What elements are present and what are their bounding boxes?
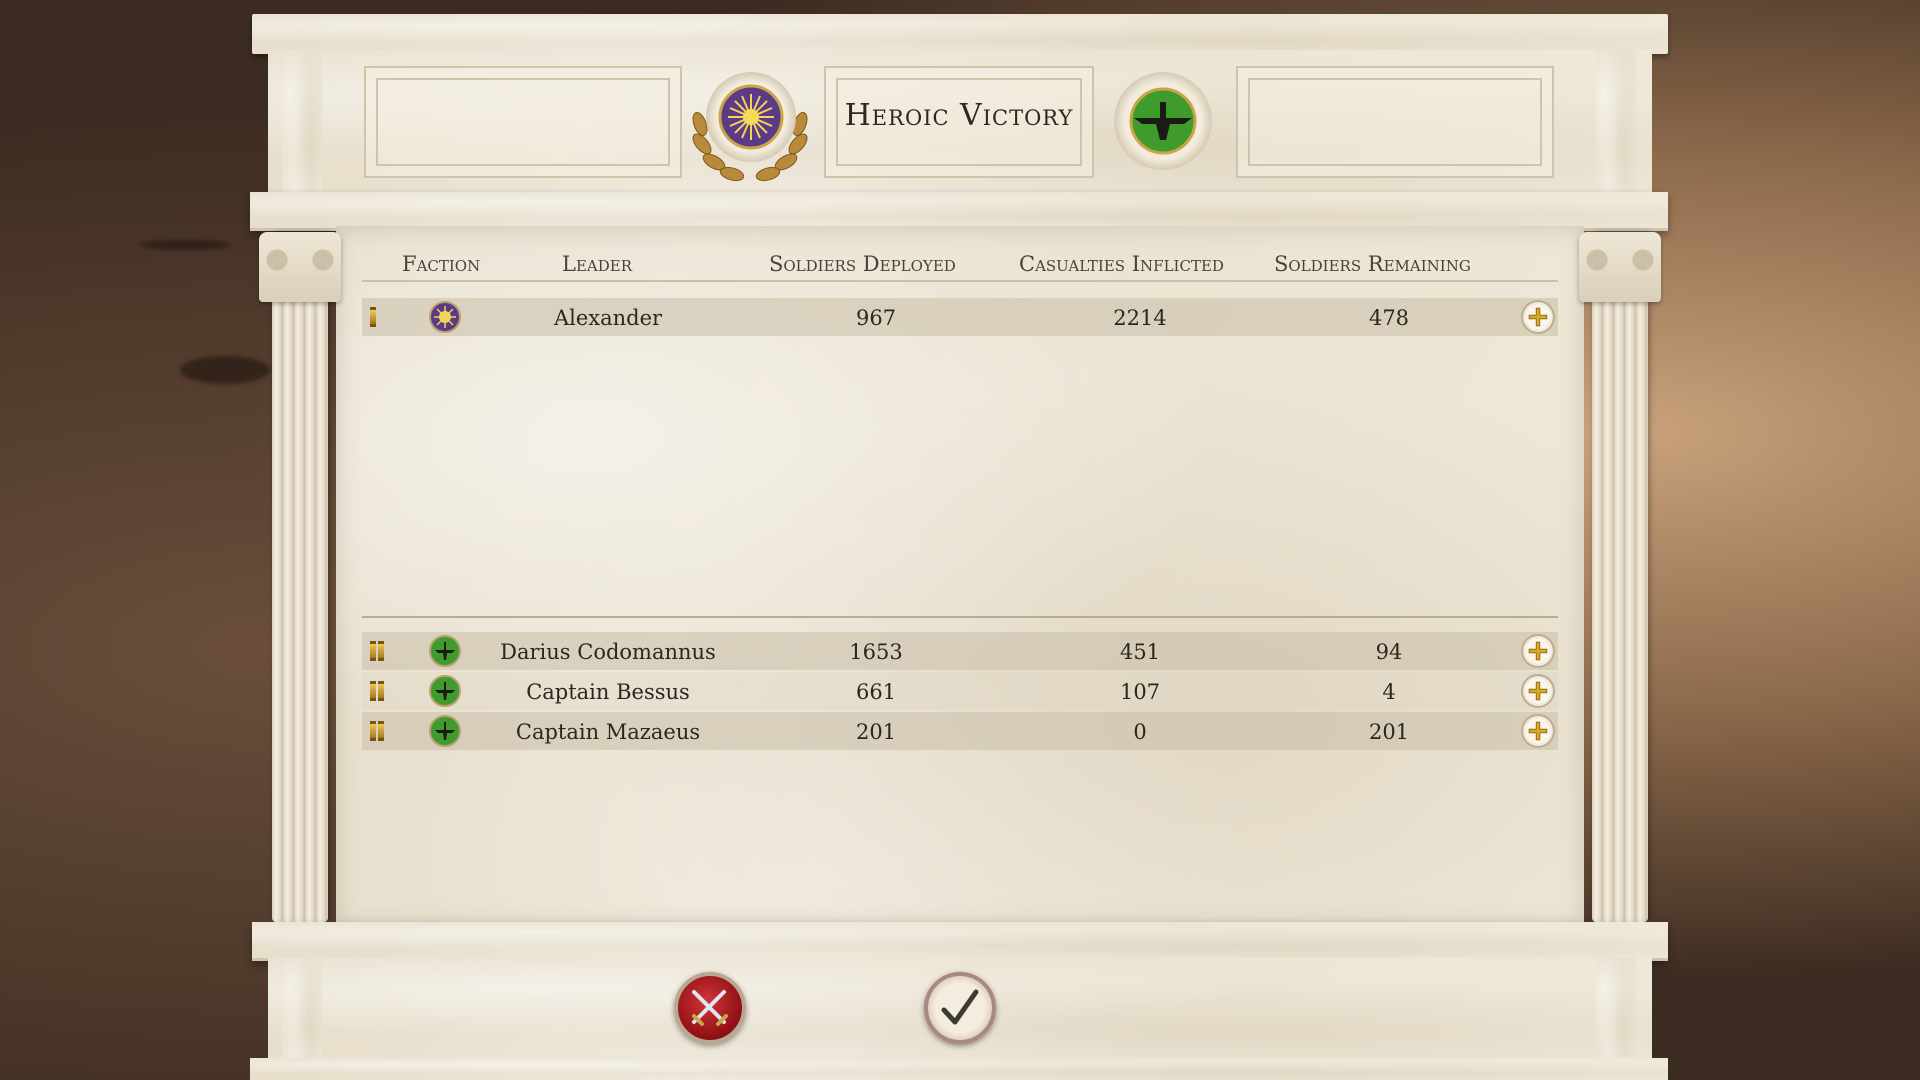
soldiers-remaining: 94 — [1375, 640, 1403, 664]
player-banner-frame — [364, 66, 682, 178]
casualties-inflicted: 2214 — [1113, 306, 1167, 330]
rank-badge — [370, 641, 384, 661]
soldiers-remaining: 4 — [1382, 680, 1396, 704]
rank-badge — [370, 307, 376, 327]
defeated-faction-emblem — [1114, 72, 1212, 170]
battlefield-troops — [140, 240, 230, 250]
pillar-right-upper — [1596, 50, 1636, 196]
casualties-inflicted: 107 — [1119, 680, 1161, 704]
header-divider — [362, 280, 1558, 282]
soldiers-deployed: 967 — [855, 306, 897, 330]
table-header: Faction Leader Soldiers Deployed Casualt… — [0, 252, 1920, 276]
fight-again-button[interactable] — [674, 972, 746, 1044]
expand-details-button[interactable] — [1521, 674, 1555, 708]
header-leader: Leader — [562, 252, 632, 276]
rank-badge — [370, 681, 384, 701]
header-soldiers-deployed: Soldiers Deployed — [769, 252, 956, 276]
casualties-inflicted: 0 — [1133, 720, 1147, 744]
ionic-column-left — [272, 232, 328, 922]
battle-result-title: Heroic Victory — [844, 98, 1074, 133]
persia-faravahar-icon — [1129, 87, 1197, 155]
casualties-inflicted: 451 — [1119, 640, 1161, 664]
table-row-defeated: Darius Codomannus 1653 451 94 — [362, 632, 1558, 670]
table-row-defeated: Captain Bessus 661 107 4 — [362, 672, 1558, 710]
leader-name: Darius Codomannus — [500, 640, 716, 664]
leader-name: Alexander — [553, 306, 663, 330]
table-row-defeated: Captain Mazaeus 201 0 201 — [362, 712, 1558, 750]
bottom-ledge — [252, 922, 1668, 961]
expand-details-button[interactable] — [1521, 634, 1555, 668]
table-row-victor: Alexander 967 2214 478 — [362, 298, 1558, 336]
soldiers-deployed: 201 — [855, 720, 897, 744]
soldiers-deployed: 1653 — [849, 640, 903, 664]
rank-badge — [370, 721, 384, 741]
top-entablature — [252, 14, 1668, 54]
ionic-column-right — [1592, 232, 1648, 922]
victor-faction-emblem — [706, 72, 796, 162]
header-casualties-inflicted: Casualties Inflicted — [1019, 252, 1224, 276]
expand-details-button[interactable] — [1521, 300, 1555, 334]
pillar-right-lower — [1596, 958, 1636, 1064]
soldiers-remaining: 478 — [1368, 306, 1410, 330]
pillar-left-lower — [282, 958, 322, 1064]
expand-details-button[interactable] — [1521, 714, 1555, 748]
soldiers-deployed: 661 — [855, 680, 897, 704]
enemy-banner-frame — [1236, 66, 1554, 178]
soldiers-remaining: 201 — [1368, 720, 1410, 744]
macedon-sun-icon — [718, 84, 784, 150]
battlefield-troops — [180, 356, 270, 384]
bottom-step — [250, 1058, 1668, 1080]
leader-name: Captain Mazaeus — [515, 720, 701, 744]
checkmark-icon — [941, 989, 979, 1025]
sides-divider — [362, 616, 1558, 618]
crossed-swords-icon — [692, 990, 728, 1026]
confirm-button[interactable] — [924, 972, 996, 1044]
leader-name: Captain Bessus — [526, 680, 690, 704]
header-faction: Faction — [402, 252, 481, 276]
header-soldiers-remaining: Soldiers Remaining — [1274, 252, 1471, 276]
pillar-left-upper — [282, 50, 322, 196]
